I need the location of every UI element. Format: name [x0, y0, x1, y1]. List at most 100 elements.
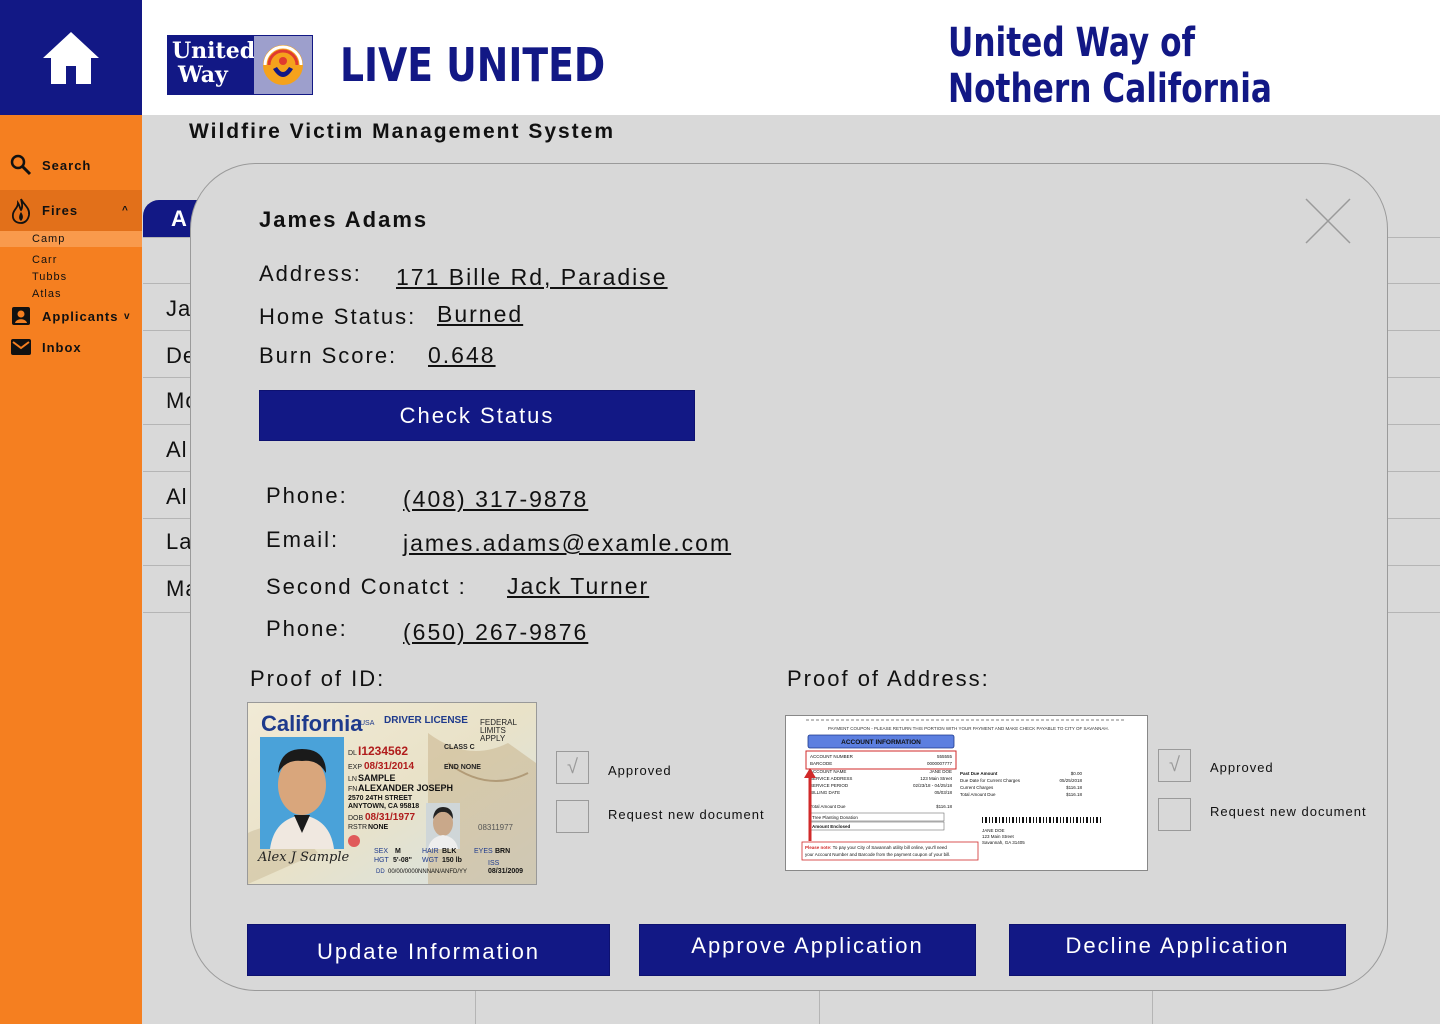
svg-text:ACCOUNT NUMBER: ACCOUNT NUMBER — [810, 754, 854, 759]
burn-score-value[interactable]: 0.648 — [428, 342, 496, 369]
row-name: Al — [166, 484, 188, 509]
id-request-new-checkbox[interactable] — [556, 800, 589, 833]
svg-text:HGT: HGT — [374, 857, 390, 864]
org-name-line1: United Way of — [948, 20, 1196, 66]
fire-item-tubbs[interactable]: Tubbs — [32, 271, 67, 283]
approve-application-button[interactable]: Approve Application — [639, 924, 976, 976]
phone-value[interactable]: (408) 317-9878 — [403, 486, 588, 513]
sidebar — [0, 115, 142, 1024]
fire-icon — [0, 198, 42, 224]
svg-text:Past Due Amount: Past Due Amount — [960, 771, 998, 776]
proof-of-id-image[interactable]: California USA DRIVER LICENSE FEDERAL LI… — [247, 702, 537, 885]
fire-item-atlas[interactable]: Atlas — [32, 288, 61, 300]
second-phone-value[interactable]: (650) 267-9876 — [403, 619, 588, 646]
sidebar-item-fires[interactable]: Fires ^ — [0, 190, 142, 231]
svg-text:ISS: ISS — [488, 860, 500, 867]
svg-text:CLASS C: CLASS C — [444, 744, 475, 751]
applicants-expand-toggle[interactable]: v — [124, 311, 131, 322]
sidebar-item-inbox[interactable]: Inbox — [0, 335, 142, 359]
svg-text:Total Amount Due: Total Amount Due — [960, 792, 996, 797]
user-icon — [0, 306, 42, 326]
svg-text:123 Main Street: 123 Main Street — [920, 776, 953, 781]
svg-text:DD: DD — [376, 869, 385, 875]
svg-text:Current Charges: Current Charges — [960, 785, 994, 790]
check-status-button[interactable]: Check Status — [259, 390, 695, 441]
svg-text:05/25/2018: 05/25/2018 — [1059, 778, 1082, 783]
svg-text:$116.18: $116.18 — [1066, 792, 1082, 797]
svg-text:EYES: EYES — [474, 848, 493, 855]
svg-text:02/23/18 - 04/25/18: 02/23/18 - 04/25/18 — [913, 783, 953, 788]
row-name: Al — [166, 437, 188, 462]
svg-text:123 Main Street: 123 Main Street — [982, 834, 1015, 839]
sidebar-selected-highlight — [0, 231, 142, 247]
sidebar-item-applicants[interactable]: Applicants v — [0, 304, 142, 328]
svg-text:2570 24TH STREET: 2570 24TH STREET — [348, 795, 413, 802]
svg-text:$116.18: $116.18 — [936, 804, 952, 809]
proof-of-address-image[interactable]: PAYMENT COUPON - PLEASE RETURN THIS PORT… — [785, 715, 1148, 871]
svg-text:$0.00: $0.00 — [1071, 771, 1083, 776]
svg-text:SERVICE ADDRESS: SERVICE ADDRESS — [810, 776, 852, 781]
sidebar-item-search[interactable]: Search — [0, 152, 142, 178]
update-information-button[interactable]: Update Information — [247, 924, 610, 976]
svg-text:HAIR: HAIR — [422, 848, 439, 855]
address-value[interactable]: 171 Bille Rd, Paradise — [396, 264, 668, 291]
svg-text:DRIVER LICENSE: DRIVER LICENSE — [384, 715, 468, 726]
svg-text:DOB: DOB — [348, 815, 364, 822]
home-status-value[interactable]: Burned — [437, 301, 523, 328]
svg-text:LN: LN — [348, 776, 357, 783]
svg-text:DL: DL — [348, 750, 357, 757]
org-name-line2: Nothern California — [948, 66, 1272, 112]
second-contact-value[interactable]: Jack Turner — [507, 573, 649, 600]
svg-text:08311977: 08311977 — [478, 823, 514, 832]
check-mark-icon: √ — [1169, 754, 1180, 776]
svg-text:Savannah, GA 31405: Savannah, GA 31405 — [982, 840, 1025, 845]
svg-text:05/03/18: 05/03/18 — [934, 790, 952, 795]
svg-text:SERVICE PERIOD: SERVICE PERIOD — [810, 783, 849, 788]
email-label: Email: — [266, 527, 340, 552]
sidebar-item-label: Inbox — [42, 339, 82, 355]
id-approved-label: Approved — [608, 763, 672, 778]
svg-text:ALEXANDER JOSEPH: ALEXANDER JOSEPH — [358, 783, 453, 793]
close-button[interactable] — [1304, 197, 1352, 245]
fire-item-carr[interactable]: Carr — [32, 254, 57, 266]
svg-text:5'-08": 5'-08" — [393, 857, 412, 864]
fires-expand-toggle[interactable]: ^ — [122, 205, 129, 216]
svg-text:08/31/2014: 08/31/2014 — [364, 761, 414, 772]
svg-text:0000007777: 0000007777 — [927, 761, 953, 766]
svg-text:JANE DOE: JANE DOE — [982, 828, 1005, 833]
proof-of-id-label: Proof of ID: — [250, 666, 386, 691]
sidebar-item-label: Fires — [42, 203, 79, 218]
address-request-new-checkbox[interactable] — [1158, 798, 1191, 831]
burn-score-label: Burn Score: — [259, 343, 398, 368]
united-way-logo[interactable]: United Way — [167, 35, 313, 95]
home-button[interactable] — [0, 0, 142, 115]
address-approved-checkbox[interactable]: √ — [1158, 749, 1191, 782]
second-contact-label: Second Conatct : — [266, 574, 467, 599]
svg-text:150 lb: 150 lb — [442, 857, 462, 864]
divider — [475, 990, 476, 1024]
svg-text:your Account Number and Barcod: your Account Number and Barcode from the… — [805, 852, 950, 857]
svg-text:PAYMENT COUPON - PLEASE RETURN: PAYMENT COUPON - PLEASE RETURN THIS PORT… — [828, 726, 1109, 731]
decline-application-button[interactable]: Decline Application — [1009, 924, 1346, 976]
svg-text:BILLING DATE: BILLING DATE — [810, 790, 840, 795]
logo-text: United Way — [168, 36, 255, 94]
applicant-detail-modal: James Adams Address: 171 Bille Rd, Parad… — [190, 163, 1388, 991]
email-value[interactable]: james.adams@examle.com — [403, 530, 731, 557]
svg-text:00/00/0000NNNAN/ANFD/YY: 00/00/0000NNNAN/ANFD/YY — [388, 869, 467, 875]
second-phone-label: Phone: — [266, 616, 348, 641]
svg-text:BLK: BLK — [442, 848, 456, 855]
svg-text:$116.18: $116.18 — [1066, 785, 1082, 790]
address-approved-label: Approved — [1210, 760, 1274, 775]
system-title: Wildfire Victim Management System — [189, 120, 616, 143]
fire-item-camp[interactable]: Camp — [32, 233, 65, 245]
svg-text:California: California — [261, 711, 363, 736]
home-status-label: Home Status: — [259, 304, 417, 329]
row-name: La — [166, 529, 193, 554]
svg-text:SAMPLE: SAMPLE — [358, 773, 396, 783]
sidebar-item-label: Search — [42, 157, 92, 173]
svg-text:SEX: SEX — [374, 848, 388, 855]
id-approved-checkbox[interactable]: √ — [556, 751, 589, 784]
svg-text:RSTR: RSTR — [348, 824, 367, 831]
home-icon — [43, 31, 99, 84]
svg-text:BARCODE: BARCODE — [810, 761, 832, 766]
